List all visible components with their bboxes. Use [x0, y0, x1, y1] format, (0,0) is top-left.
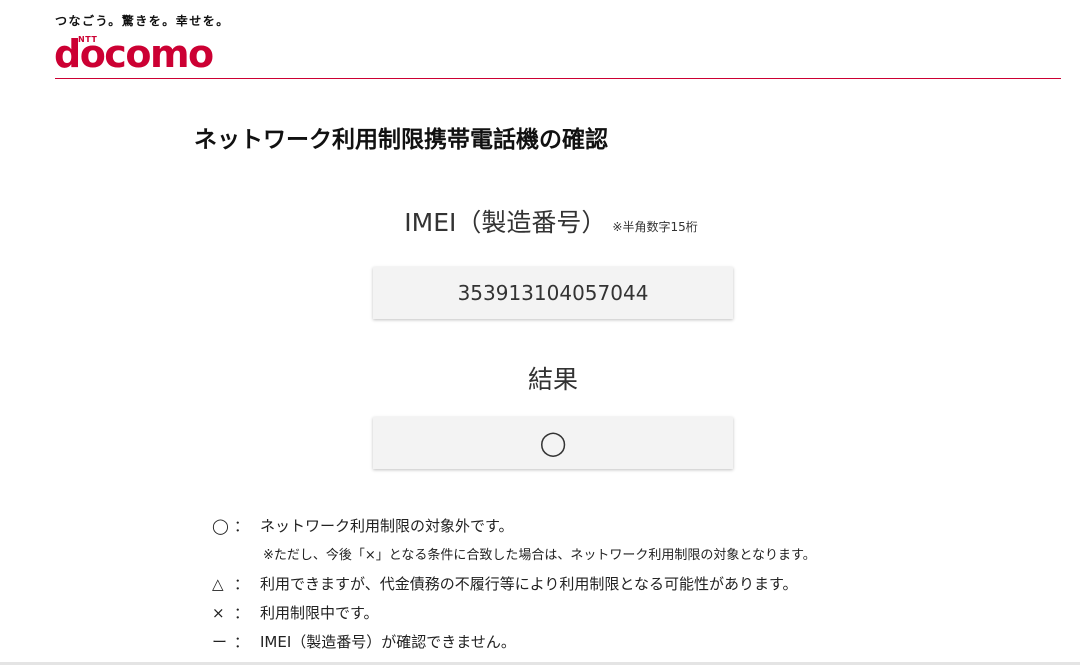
legend-text: ネットワーク利用制限の対象外です。 [260, 517, 514, 535]
result-value-field: ◯ [373, 417, 733, 469]
legend-text: 利用できますが、代金債務の不履行等により利用制限となる可能性があります。 [260, 575, 798, 593]
legend-item-unknown: ー ： IMEI（製造番号）が確認できません。 [212, 631, 816, 660]
page: つなごう。驚きを。幸せを。 docomo NTT ネットワーク利用制限携帯電話機… [0, 0, 1080, 665]
legend-symbol: ◯ [212, 517, 229, 535]
docomo-logo[interactable]: docomo NTT [54, 27, 214, 77]
legend-colon: ： [234, 517, 250, 535]
legend-colon: ： [234, 604, 250, 622]
result-label: 結果 [527, 365, 578, 394]
legend-symbol: ー [212, 633, 228, 651]
legend-text: IMEI（製造番号）が確認できません。 [260, 633, 516, 651]
imei-format-note: ※半角数字15桁 [612, 220, 698, 234]
legend-colon: ： [234, 633, 250, 651]
legend-colon: ： [234, 575, 250, 593]
logo-ntt-mark: NTT [78, 35, 98, 44]
legend-note: ※ただし、今後「×」となる条件に合致した場合は、ネットワーク利用制限の対象となり… [263, 548, 816, 563]
page-title: ネットワーク利用制限携帯電話機の確認 [194, 127, 608, 153]
legend-item-restricted: × ： 利用制限中です。 [212, 602, 816, 631]
imei-label-row: IMEI（製造番号） ※半角数字15桁 [0, 203, 1080, 239]
imei-value-field: 353913104057044 [373, 267, 733, 319]
result-legend: ◯ ： ネットワーク利用制限の対象外です。 ※ただし、今後「×」となる条件に合致… [212, 515, 816, 660]
legend-text: 利用制限中です。 [260, 604, 379, 622]
header-divider [55, 78, 1061, 79]
legend-item-ok: ◯ ： ネットワーク利用制限の対象外です。 [212, 515, 816, 544]
imei-label: IMEI（製造番号） [404, 208, 607, 237]
legend-symbol: △ [212, 575, 224, 593]
legend-symbol: × [212, 604, 225, 622]
legend-item-caution: △ ： 利用できますが、代金債務の不履行等により利用制限となる可能性があります。 [212, 573, 816, 602]
